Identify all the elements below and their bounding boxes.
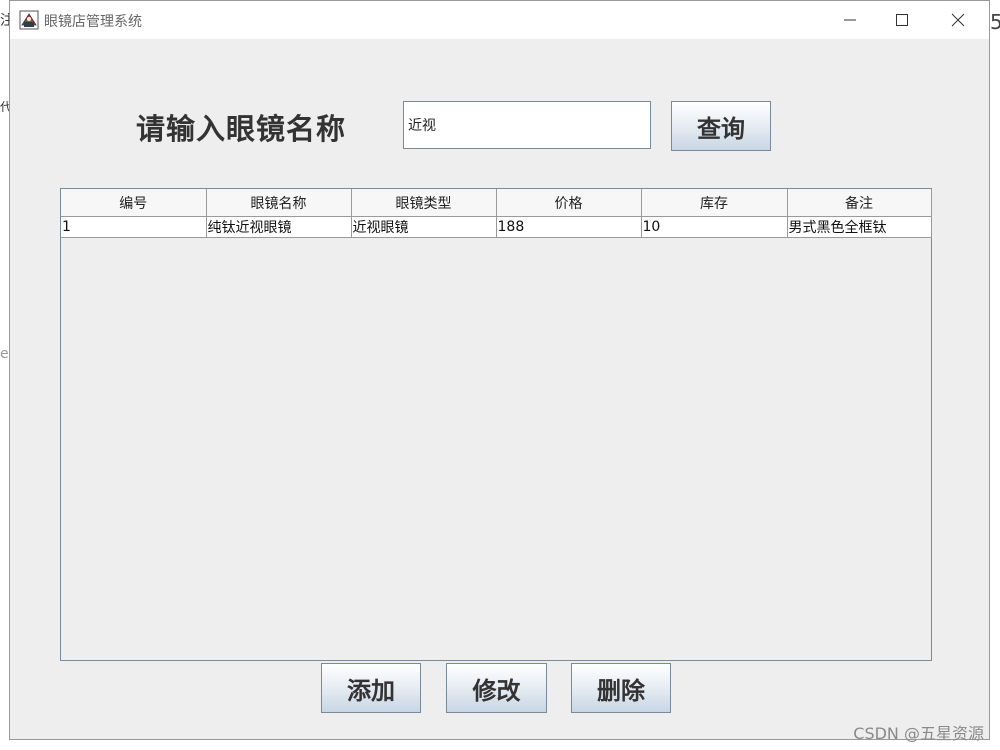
column-header-remark[interactable]: 备注: [787, 189, 932, 217]
glasses-table: 编号 眼镜名称 眼镜类型 价格 库存 备注 1 纯钛近视眼镜 近视眼镜 188: [61, 189, 932, 238]
cell-remark[interactable]: 男式黑色全框钛: [787, 216, 932, 238]
main-window: 眼镜店管理系统 请输入眼镜名称 查询 编号 眼镜名称: [9, 0, 990, 740]
column-header-price[interactable]: 价格: [496, 189, 642, 217]
csdn-watermark: CSDN @五星资源: [853, 724, 984, 743]
background-window-right: 5: [990, 0, 1000, 750]
delete-button[interactable]: 删除: [571, 663, 671, 713]
cell-name[interactable]: 纯钛近视眼镜: [206, 216, 352, 238]
content-panel: 请输入眼镜名称 查询 编号 眼镜名称 眼镜类型 价格 库存 备注: [10, 39, 989, 739]
column-header-stock[interactable]: 库存: [641, 189, 788, 217]
minimize-icon: [844, 19, 856, 21]
background-text-fragment: 5: [990, 10, 1000, 34]
cell-price[interactable]: 188: [496, 216, 642, 238]
search-prompt-label: 请输入眼镜名称: [136, 112, 347, 146]
cell-type[interactable]: 近视眼镜: [351, 216, 497, 238]
window-title: 眼镜店管理系统: [44, 14, 142, 30]
glasses-table-scrollpane[interactable]: 编号 眼镜名称 眼镜类型 价格 库存 备注 1 纯钛近视眼镜 近视眼镜 188: [60, 188, 932, 661]
add-button[interactable]: 添加: [321, 663, 421, 713]
cell-stock[interactable]: 10: [641, 216, 788, 238]
table-row[interactable]: 1 纯钛近视眼镜 近视眼镜 188 10 男式黑色全框钛: [61, 216, 932, 238]
background-text-fragment: e: [0, 346, 9, 362]
minimize-button[interactable]: [827, 1, 873, 39]
edit-button[interactable]: 修改: [446, 663, 547, 713]
close-button[interactable]: [935, 1, 981, 39]
glasses-name-input[interactable]: [403, 101, 651, 149]
background-taskbar-strip: [0, 740, 1000, 750]
column-header-id[interactable]: 编号: [61, 189, 207, 217]
close-icon: [951, 13, 965, 27]
title-bar[interactable]: 眼镜店管理系统: [10, 1, 989, 39]
java-app-icon: [19, 10, 39, 30]
maximize-button[interactable]: [879, 1, 925, 39]
maximize-icon: [896, 14, 908, 26]
table-header-row: 编号 眼镜名称 眼镜类型 价格 库存 备注: [61, 189, 932, 217]
cell-id[interactable]: 1: [61, 216, 207, 238]
query-button[interactable]: 查询: [671, 101, 771, 151]
column-header-type[interactable]: 眼镜类型: [351, 189, 497, 217]
column-header-name[interactable]: 眼镜名称: [206, 189, 352, 217]
